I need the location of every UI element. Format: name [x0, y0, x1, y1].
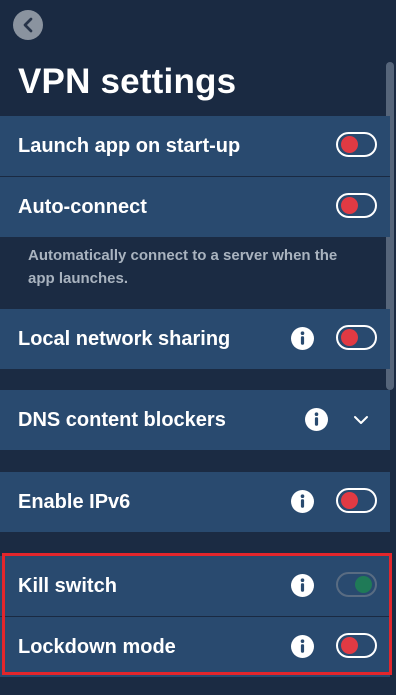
setting-label-local-network-sharing: Local network sharing	[18, 328, 231, 350]
info-icon	[300, 494, 305, 508]
setting-label-dns-content-blockers: DNS content blockers	[18, 409, 226, 431]
setting-row-launch-on-startup[interactable]: Launch app on start-up	[0, 116, 390, 176]
toggle-knob	[341, 637, 358, 654]
lockdown-mode-info-icon[interactable]	[291, 635, 314, 658]
launch-on-startup-toggle[interactable]	[336, 132, 377, 157]
enable-ipv6-info-icon[interactable]	[291, 490, 314, 513]
local-network-sharing-toggle[interactable]	[336, 325, 377, 350]
toggle-knob	[341, 136, 358, 153]
setting-row-kill-switch[interactable]: Kill switch	[0, 556, 390, 616]
auto-connect-toggle[interactable]	[336, 193, 377, 218]
info-icon	[314, 412, 319, 426]
chevron-down-icon[interactable]	[353, 412, 369, 428]
setting-label-launch-on-startup: Launch app on start-up	[18, 135, 241, 157]
dns-content-blockers-info-icon[interactable]	[305, 408, 328, 431]
back-button[interactable]	[13, 10, 43, 40]
setting-row-enable-ipv6[interactable]: Enable IPv6	[0, 472, 390, 532]
lockdown-mode-toggle[interactable]	[336, 633, 377, 658]
toggle-knob	[341, 329, 358, 346]
chevron-down-icon-svg	[354, 416, 368, 424]
auto-connect-description: Automatically connect to a server when t…	[28, 247, 338, 287]
info-icon	[300, 578, 305, 592]
kill-switch-info-icon[interactable]	[291, 574, 314, 597]
header: VPN settings	[0, 0, 396, 116]
setting-label-enable-ipv6: Enable IPv6	[18, 491, 131, 513]
setting-row-local-network-sharing[interactable]: Local network sharing	[0, 309, 390, 369]
local-network-sharing-info-icon[interactable]	[291, 327, 314, 350]
back-icon	[23, 17, 33, 33]
enable-ipv6-toggle[interactable]	[336, 488, 377, 513]
toggle-knob	[355, 576, 372, 593]
info-icon	[300, 639, 305, 653]
info-icon	[300, 331, 305, 345]
setting-label-auto-connect: Auto-connect	[18, 196, 147, 218]
kill-switch-toggle[interactable]	[336, 572, 377, 597]
setting-label-lockdown-mode: Lockdown mode	[18, 636, 176, 658]
setting-row-auto-connect[interactable]: Auto-connect	[0, 177, 390, 237]
setting-label-kill-switch: Kill switch	[18, 575, 117, 597]
toggle-knob	[341, 197, 358, 214]
setting-row-dns-content-blockers[interactable]: DNS content blockers	[0, 390, 390, 450]
toggle-knob	[341, 492, 358, 509]
setting-row-lockdown-mode[interactable]: Lockdown mode	[0, 617, 390, 677]
page-title: VPN settings	[18, 62, 237, 101]
